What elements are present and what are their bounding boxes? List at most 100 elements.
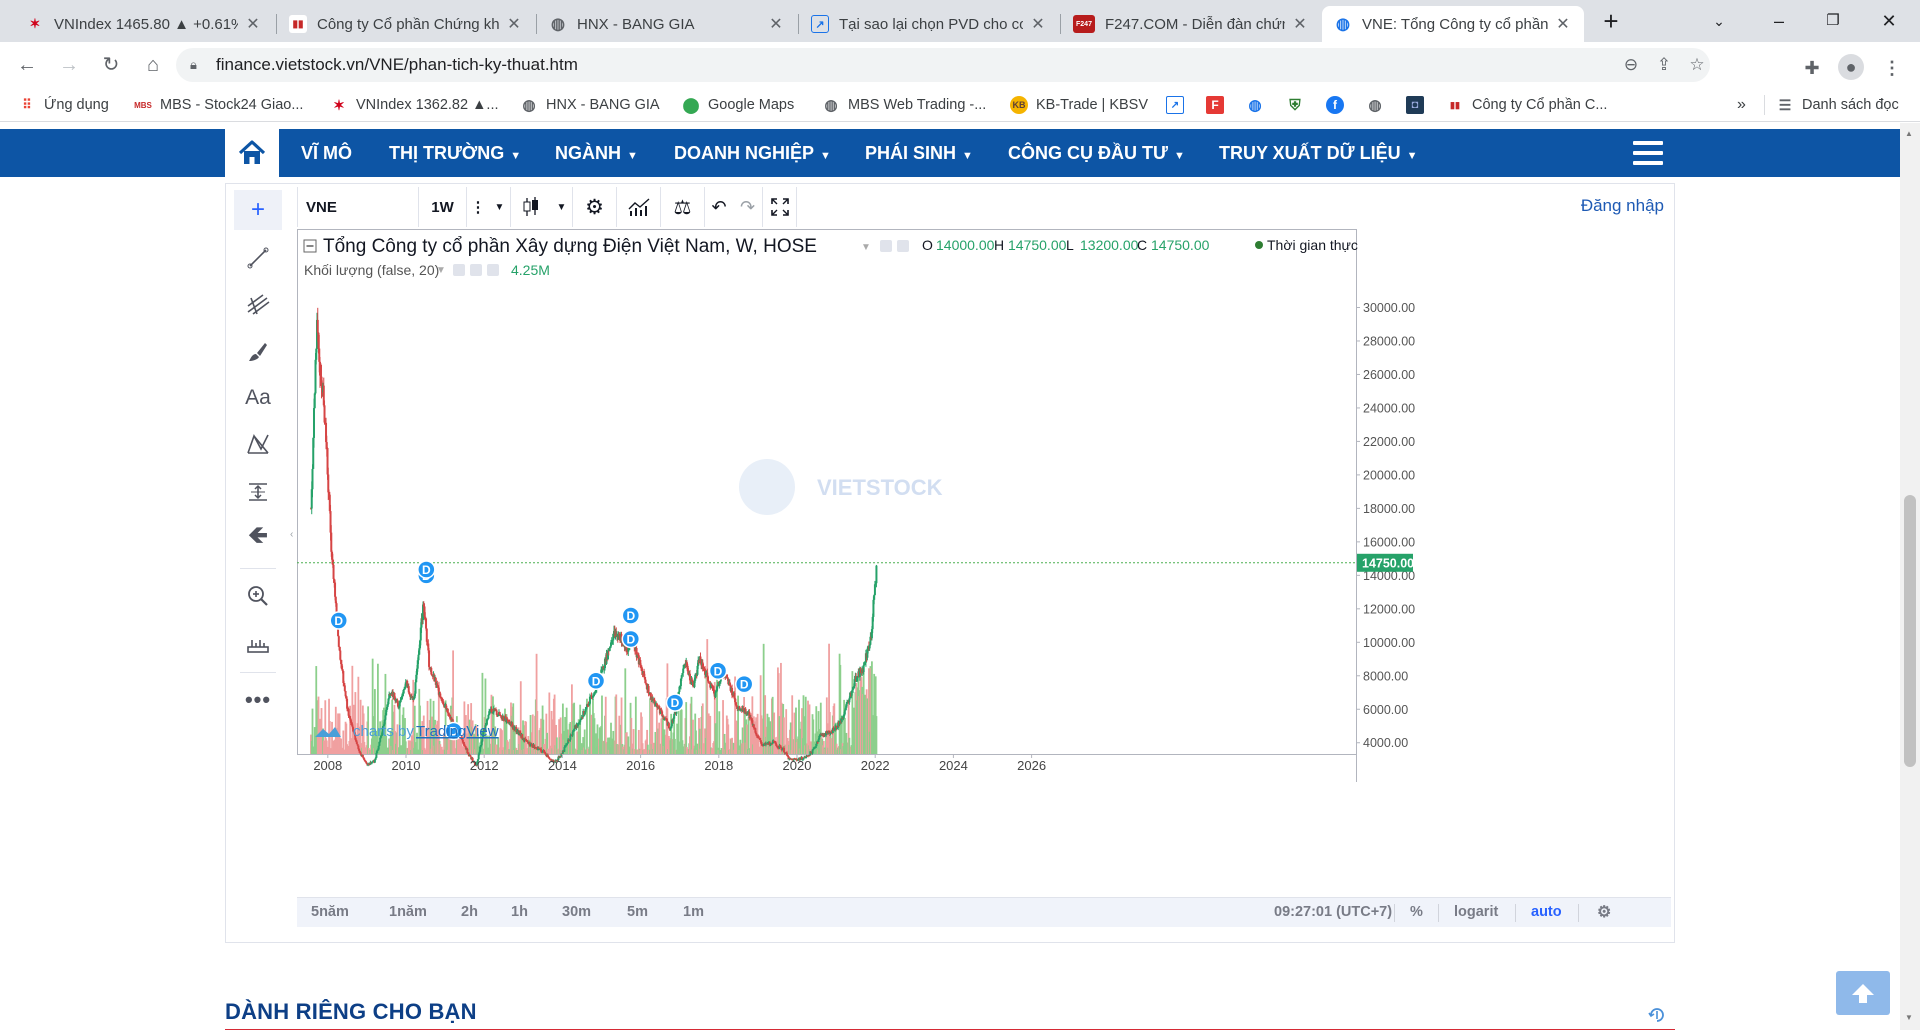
nav-nganh[interactable]: NGÀNH ▼ bbox=[555, 129, 638, 177]
browser-tab-pvd[interactable]: ↗ Tại sao lại chọn PVD cho con ✕ bbox=[799, 6, 1059, 42]
bookmark-vnindex[interactable]: ✶ VNIndex 1362.82 ▲... bbox=[330, 94, 498, 116]
bookmark-globe-shortcut-2[interactable]: ◍ bbox=[1366, 94, 1392, 116]
address-bar[interactable]: 🔒︎ finance.vietstock.vn/VNE/phan-tich-ky… bbox=[176, 48, 1710, 82]
nav-cong-cu-dau-tu[interactable]: CÔNG CỤ ĐẦU TƯ ▼ bbox=[1008, 129, 1185, 177]
forward-button[interactable]: → bbox=[54, 50, 84, 80]
log-scale-button[interactable]: logarit bbox=[1454, 904, 1498, 920]
minimize-button[interactable]: – bbox=[1766, 8, 1792, 34]
bookmarks-overflow-button[interactable]: » bbox=[1737, 94, 1746, 116]
close-icon[interactable]: ✕ bbox=[767, 14, 785, 34]
bookmark-apps[interactable]: ⠿ Ứng dụng bbox=[18, 94, 109, 116]
close-window-button[interactable]: ✕ bbox=[1876, 8, 1902, 34]
clock-time[interactable]: 09:27:01 (UTC+7) bbox=[1274, 904, 1392, 920]
scrollbar-thumb[interactable] bbox=[1904, 495, 1916, 767]
bookmark-google-maps[interactable]: ⬤ Google Maps bbox=[682, 94, 795, 116]
url-text[interactable]: finance.vietstock.vn/VNE/phan-tich-ky-th… bbox=[216, 55, 578, 75]
settings-gear-icon[interactable]: ⚙ bbox=[573, 187, 617, 227]
interval-button[interactable]: 1W bbox=[419, 187, 467, 227]
range-30m-button[interactable]: 30m bbox=[562, 904, 591, 920]
pattern-tool-icon[interactable] bbox=[234, 424, 282, 464]
pitchfork-tool-icon[interactable] bbox=[234, 284, 282, 324]
ruler-tool-icon[interactable] bbox=[234, 624, 282, 664]
reload-button[interactable]: ↻ bbox=[96, 50, 126, 80]
nav-vi-mo[interactable]: VĨ MÔ bbox=[301, 129, 352, 177]
range-1h-button[interactable]: 1h bbox=[511, 904, 528, 920]
interval-dropdown-icon[interactable]: ▼ bbox=[489, 187, 511, 227]
range-1y-button[interactable]: 1năm bbox=[389, 904, 427, 920]
bookmark-company[interactable]: ▮▮ Công ty Cổ phần C... bbox=[1446, 94, 1607, 116]
price-chart-svg[interactable]: VIETSTOCKDDDDDDDDDD4000.006000.008000.00… bbox=[297, 229, 1671, 901]
more-tools-icon[interactable]: ••• bbox=[234, 680, 282, 720]
bookmark-mbs-stock24[interactable]: MBS MBS - Stock24 Giao... bbox=[134, 94, 303, 116]
browser-tab-hnx[interactable]: ◍ HNX - BANG GIA ✕ bbox=[537, 6, 797, 42]
bookmark-dark-shortcut[interactable]: ◘ bbox=[1406, 94, 1432, 116]
measure-tool-icon[interactable] bbox=[234, 472, 282, 512]
bookmark-mbs-web-trading[interactable]: ◍ MBS Web Trading -... bbox=[822, 94, 986, 116]
range-5m-button[interactable]: 5m bbox=[627, 904, 648, 920]
hamburger-menu-icon[interactable] bbox=[1633, 141, 1663, 165]
chart-pane[interactable]: VIETSTOCKDDDDDDDDDD4000.006000.008000.00… bbox=[297, 229, 1671, 901]
scroll-to-top-button[interactable] bbox=[1836, 971, 1890, 1015]
bookmark-chart-shortcut[interactable]: ↗ bbox=[1166, 94, 1192, 116]
maximize-button[interactable]: ❐ bbox=[1820, 8, 1846, 34]
range-2h-button[interactable]: 2h bbox=[461, 904, 478, 920]
redo-icon[interactable]: ↷ bbox=[733, 187, 763, 227]
home-button[interactable]: ⌂ bbox=[138, 50, 168, 80]
reading-list-button[interactable]: ☰ Danh sách đọc bbox=[1776, 94, 1899, 116]
candle-style-icon[interactable] bbox=[511, 187, 551, 227]
range-1m-button[interactable]: 1m bbox=[683, 904, 704, 920]
login-link[interactable]: Đăng nhập bbox=[1581, 196, 1664, 216]
close-icon[interactable]: ✕ bbox=[1554, 14, 1572, 34]
close-icon[interactable]: ✕ bbox=[244, 14, 262, 34]
percent-scale-button[interactable]: % bbox=[1410, 904, 1423, 920]
compare-scale-icon[interactable]: ⚖ bbox=[661, 187, 705, 227]
new-tab-button[interactable]: + bbox=[1598, 8, 1624, 34]
text-tool-icon[interactable]: Aa bbox=[234, 378, 282, 418]
tab-search-chevron-icon[interactable]: ⌄ bbox=[1706, 8, 1732, 34]
bookmark-hnx[interactable]: ◍ HNX - BANG GIA bbox=[520, 94, 659, 116]
close-icon[interactable]: ✕ bbox=[1291, 14, 1309, 34]
share-icon[interactable]: ⇪ bbox=[1651, 52, 1677, 78]
nav-thi-truong[interactable]: THỊ TRƯỜNG ▼ bbox=[389, 129, 521, 177]
close-icon[interactable]: ✕ bbox=[505, 14, 523, 34]
fullscreen-icon[interactable] bbox=[763, 187, 797, 227]
extensions-puzzle-icon[interactable]: ✚ bbox=[1798, 54, 1826, 82]
browser-tab-vne[interactable]: ◍ VNE: Tổng Công ty cổ phần ✕ bbox=[1322, 6, 1584, 42]
page-scrollbar[interactable]: ▲ ▼ bbox=[1900, 123, 1920, 1030]
auto-scale-button[interactable]: auto bbox=[1531, 904, 1562, 920]
arrow-left-tool-icon[interactable]: 🡸︎ bbox=[234, 518, 282, 558]
more-menu-icon[interactable]: ⋮ bbox=[1878, 54, 1906, 82]
range-5y-button[interactable]: 5năm bbox=[311, 904, 349, 920]
scroll-up-arrow-icon[interactable]: ▲ bbox=[1905, 129, 1913, 138]
bookmark-kbsv[interactable]: KB KB-Trade | KBSV bbox=[1010, 94, 1148, 116]
interval-more-icon[interactable]: ⋮ bbox=[467, 187, 489, 227]
undo-icon[interactable]: ↶ bbox=[705, 187, 733, 227]
browser-tab-f247[interactable]: F247 F247.COM - Diễn đàn chứng khoán ✕ bbox=[1061, 6, 1321, 42]
bookmark-globe-shortcut[interactable]: ◍ bbox=[1246, 94, 1272, 116]
bookmark-star-icon[interactable]: ☆ bbox=[1684, 52, 1710, 78]
collapse-toolbar-handle-icon[interactable]: ‹ bbox=[290, 529, 296, 549]
close-icon[interactable]: ✕ bbox=[1029, 14, 1047, 34]
scroll-down-arrow-icon[interactable]: ▼ bbox=[1905, 1013, 1913, 1022]
chart-style-dropdown-icon[interactable]: ▼ bbox=[551, 187, 573, 227]
nav-doanh-nghiep[interactable]: DOANH NGHIỆP ▼ bbox=[674, 129, 831, 177]
back-button[interactable]: ← bbox=[12, 50, 42, 80]
browser-tab-company[interactable]: ▮▮ Công ty Cổ phần Chứng khoán ✕ bbox=[277, 6, 535, 42]
indicators-icon[interactable] bbox=[617, 187, 661, 227]
symbol-search-input[interactable]: VNE bbox=[297, 187, 419, 227]
home-nav-button[interactable] bbox=[225, 129, 279, 177]
scale-settings-gear-icon[interactable]: ⚙ bbox=[1597, 902, 1611, 922]
bookmark-facebook-shortcut[interactable]: f bbox=[1326, 94, 1352, 116]
profile-avatar-icon[interactable]: ● bbox=[1838, 54, 1864, 80]
bookmark-fireant-shortcut[interactable]: F bbox=[1206, 94, 1232, 116]
crosshair-tool-icon[interactable]: + bbox=[234, 190, 282, 230]
browser-tab-vnindex[interactable]: ✶ VNIndex 1465.80 ▲ +0.61% ✕ bbox=[14, 6, 274, 42]
nav-truy-xuat-du-lieu[interactable]: TRUY XUẤT DỮ LIỆU ▼ bbox=[1219, 129, 1418, 177]
bookmark-shield-shortcut[interactable]: ⛨ bbox=[1286, 94, 1312, 116]
zoom-icon[interactable]: ⊖ bbox=[1618, 52, 1644, 78]
nav-phai-sinh[interactable]: PHÁI SINH ▼ bbox=[865, 129, 973, 177]
lock-icon[interactable]: 🔒︎ bbox=[190, 57, 206, 73]
brush-tool-icon[interactable] bbox=[234, 332, 282, 372]
refresh-section-icon[interactable] bbox=[1647, 1005, 1667, 1025]
trend-line-tool-icon[interactable] bbox=[234, 238, 282, 278]
